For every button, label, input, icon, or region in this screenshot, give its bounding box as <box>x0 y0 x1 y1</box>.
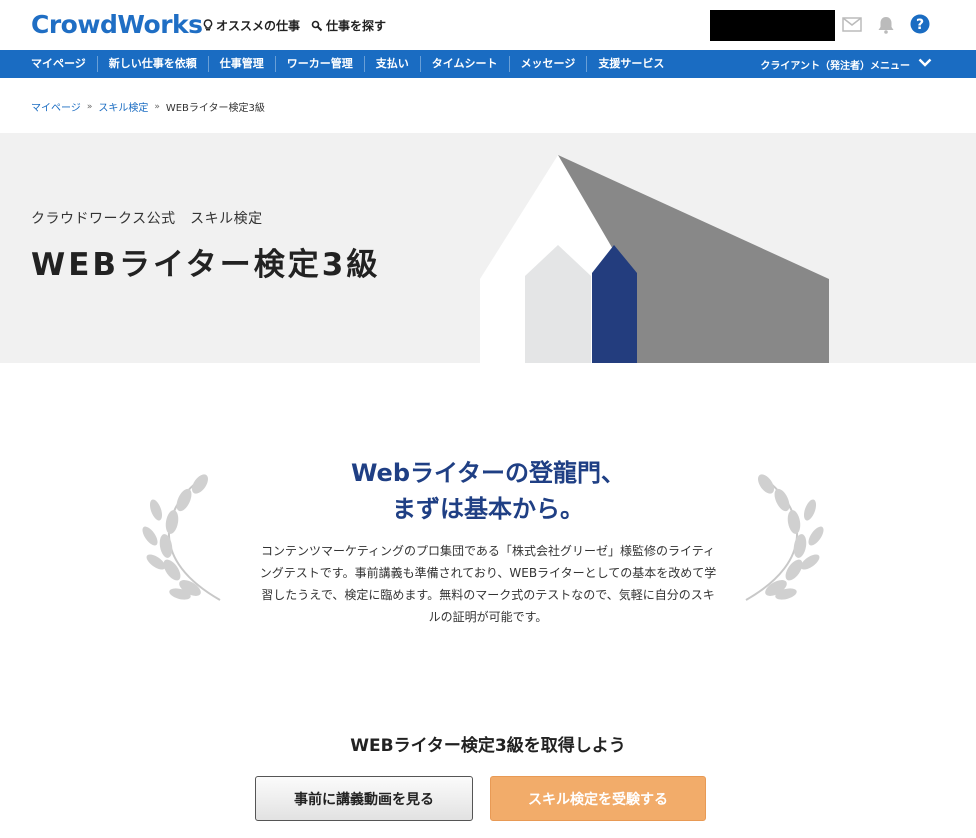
intro-heading: Webライターの登龍門、 まずは基本から。 <box>0 455 976 527</box>
take-skill-test-button[interactable]: スキル検定を受験する <box>490 776 706 821</box>
watch-lecture-video-button[interactable]: 事前に講義動画を見る <box>255 776 473 821</box>
intro-heading-line1: Webライターの登龍門、 <box>350 459 626 487</box>
cta-heading: WEBライター検定3級を取得しよう <box>350 736 626 756</box>
redacted-user-area[interactable] <box>710 10 835 41</box>
hero-banner: クラウドワークス公式 スキル検定 WEBライター検定3級 <box>0 133 976 363</box>
intro-description: コンテンツマーケティングのプロ集団である「株式会社グリーゼ」様監修のライティング… <box>259 544 717 624</box>
nav-item-mypage[interactable]: マイページ <box>20 56 97 72</box>
breadcrumb-skill-test[interactable]: スキル検定 <box>98 99 148 114</box>
breadcrumb-current: WEBライター検定3級 <box>165 103 265 114</box>
help-icon[interactable]: ? <box>910 14 930 38</box>
nav-item-worker-management[interactable]: ワーカー管理 <box>274 56 364 72</box>
intro-heading-line2: まずは基本から。 <box>392 495 584 523</box>
nav-item-payments[interactable]: 支払い <box>363 56 420 72</box>
bell-icon[interactable] <box>877 15 895 38</box>
hero-title: WEBライター検定3級 <box>31 247 381 283</box>
crowdworks-logo[interactable]: CrowdWorks <box>31 10 203 39</box>
find-jobs-label: 仕事を探す <box>326 19 387 33</box>
client-menu-label: クライアント（発注者）メニュー <box>760 60 910 72</box>
search-icon <box>311 20 323 32</box>
find-jobs-link[interactable]: 仕事を探す <box>311 17 386 34</box>
breadcrumb: マイページ » スキル検定 » WEBライター検定3級 <box>31 99 265 115</box>
nav-item-timesheet[interactable]: タイムシート <box>419 56 509 72</box>
nav-item-messages[interactable]: メッセージ <box>508 56 587 72</box>
nav-item-support[interactable]: 支援サービス <box>586 56 675 72</box>
breadcrumb-separator: » <box>86 101 93 112</box>
nav-item-new-job[interactable]: 新しい仕事を依頼 <box>96 56 208 72</box>
svg-text:?: ? <box>916 17 924 33</box>
breadcrumb-separator: » <box>154 101 160 112</box>
client-menu-toggle[interactable]: クライアント（発注者）メニュー <box>760 50 932 78</box>
top-header: CrowdWorks オススメの仕事 仕事を探す ? <box>0 0 976 50</box>
mail-icon[interactable] <box>842 17 862 36</box>
recommended-jobs-link[interactable]: オススメの仕事 <box>203 17 300 34</box>
lightbulb-icon <box>203 19 213 32</box>
global-nav: マイページ 新しい仕事を依頼 仕事管理 ワーカー管理 支払い タイムシート メッ… <box>0 50 976 78</box>
chevron-down-icon <box>918 58 932 70</box>
nav-items: マイページ 新しい仕事を依頼 仕事管理 ワーカー管理 支払い タイムシート メッ… <box>20 50 675 78</box>
nav-item-job-management[interactable]: 仕事管理 <box>207 56 275 72</box>
breadcrumb-mypage[interactable]: マイページ <box>31 99 81 114</box>
recommended-jobs-label: オススメの仕事 <box>216 19 301 33</box>
hero-subtitle: クラウドワークス公式 スキル検定 <box>31 211 263 227</box>
